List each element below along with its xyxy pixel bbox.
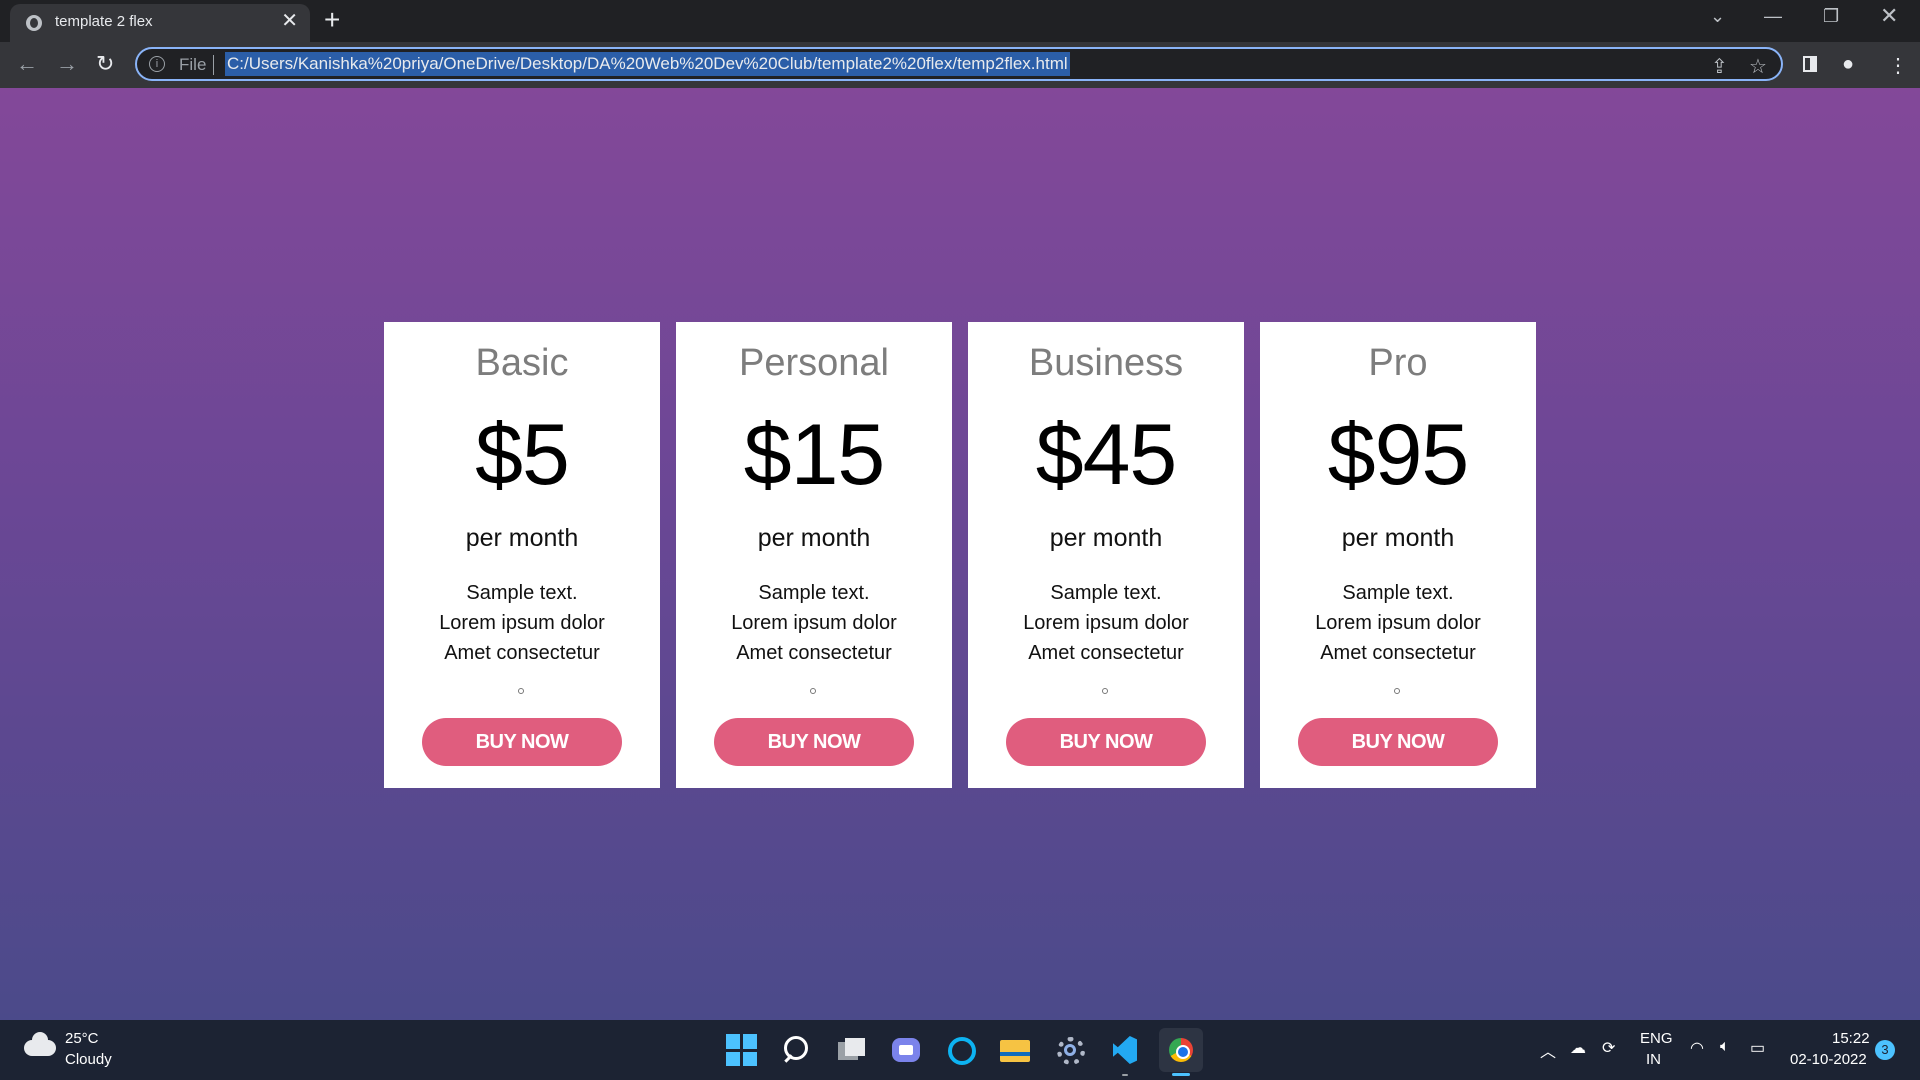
battery-icon[interactable]: ▭ bbox=[1750, 1038, 1765, 1058]
plan-name: Basic bbox=[475, 342, 569, 384]
chevron-up-icon[interactable]: ︿ bbox=[1540, 1038, 1556, 1062]
file-explorer-icon[interactable] bbox=[999, 1034, 1031, 1066]
browser-toolbar: ← → ↻ i File C:/Users/Kanishka%20priya/O… bbox=[0, 42, 1920, 88]
feature-item: Sample text. bbox=[1342, 582, 1454, 604]
list-bullet bbox=[810, 688, 816, 694]
search-icon[interactable] bbox=[780, 1034, 812, 1066]
notification-badge[interactable]: 3 bbox=[1875, 1040, 1895, 1060]
browser-tab[interactable]: template 2 flex ✕ bbox=[10, 4, 310, 42]
cloud-icon bbox=[24, 1032, 56, 1056]
cortana-icon[interactable] bbox=[945, 1034, 977, 1066]
feature-item: Sample text. bbox=[466, 582, 578, 604]
weather-temp: 25°C bbox=[65, 1030, 99, 1047]
wifi-icon[interactable]: ◠ bbox=[1690, 1038, 1704, 1058]
language-indicator[interactable]: ENG bbox=[1640, 1030, 1673, 1047]
menu-icon[interactable]: ⋮ bbox=[1888, 53, 1908, 78]
feature-item: Amet consectetur bbox=[1028, 642, 1184, 664]
taskbar: 25°C Cloudy ︿ ☁ ⟳ ENG IN ◠ 🔈︎ ▭ 15:22 02… bbox=[0, 1020, 1920, 1080]
vscode-icon[interactable] bbox=[1109, 1034, 1141, 1066]
plan-price: $15 bbox=[743, 407, 886, 503]
tab-strip: template 2 flex ✕ + ⌄ — ❐ ✕ bbox=[0, 0, 1920, 42]
start-icon[interactable] bbox=[726, 1034, 758, 1066]
chevron-down-icon[interactable]: ⌄ bbox=[1710, 6, 1725, 27]
plan-period: per month bbox=[1341, 524, 1455, 552]
address-bar[interactable]: i File C:/Users/Kanishka%20priya/OneDriv… bbox=[135, 47, 1783, 81]
forward-icon[interactable]: → bbox=[56, 52, 78, 76]
sync-icon[interactable]: ⟳ bbox=[1602, 1038, 1615, 1058]
pricing-card-business: Business $45 per month Sample text. Lore… bbox=[968, 322, 1244, 788]
plan-name: Pro bbox=[1368, 342, 1428, 384]
feature-item: Amet consectetur bbox=[736, 642, 892, 664]
task-view-icon[interactable] bbox=[836, 1034, 868, 1066]
pricing-card-personal: Personal $15 per month Sample text. Lore… bbox=[676, 322, 952, 788]
pricing-card-pro: Pro $95 per month Sample text. Lorem ips… bbox=[1260, 322, 1536, 788]
pricing-cards: Basic $5 per month Sample text. Lorem ip… bbox=[384, 322, 1536, 788]
share-icon[interactable]: ⇪ bbox=[1711, 54, 1728, 79]
clock-time[interactable]: 15:22 bbox=[1832, 1030, 1870, 1047]
plan-name: Business bbox=[1028, 342, 1184, 384]
onedrive-icon[interactable]: ☁ bbox=[1570, 1038, 1586, 1058]
running-indicator bbox=[1122, 1074, 1128, 1076]
feature-item: Lorem ipsum dolor bbox=[1315, 612, 1481, 634]
minimize-icon[interactable]: — bbox=[1764, 6, 1782, 27]
feature-item: Lorem ipsum dolor bbox=[1023, 612, 1189, 634]
reload-icon[interactable]: ↻ bbox=[96, 52, 114, 76]
buy-now-button[interactable]: BUY NOW bbox=[1006, 718, 1206, 766]
volume-icon[interactable]: 🔈︎ bbox=[1720, 1038, 1730, 1056]
plan-period: per month bbox=[757, 524, 871, 552]
plan-name: Personal bbox=[739, 342, 889, 384]
tab-title: template 2 flex bbox=[55, 13, 153, 30]
plan-price: $5 bbox=[475, 407, 570, 503]
plan-period: per month bbox=[465, 524, 579, 552]
feature-item: Amet consectetur bbox=[1320, 642, 1476, 664]
plan-price: $45 bbox=[1035, 407, 1178, 503]
buy-now-button[interactable]: BUY NOW bbox=[714, 718, 914, 766]
pricing-card-basic: Basic $5 per month Sample text. Lorem ip… bbox=[384, 322, 660, 788]
close-icon[interactable]: ✕ bbox=[281, 11, 298, 31]
scheme-label: File bbox=[179, 55, 207, 74]
feature-item: Amet consectetur bbox=[444, 642, 600, 664]
feature-item: Sample text. bbox=[1050, 582, 1162, 604]
divider bbox=[213, 55, 214, 75]
buy-now-button[interactable]: BUY NOW bbox=[422, 718, 622, 766]
side-panel-icon[interactable] bbox=[1803, 56, 1817, 72]
active-indicator bbox=[1172, 1073, 1190, 1076]
plan-price: $95 bbox=[1327, 407, 1470, 503]
close-window-icon[interactable]: ✕ bbox=[1880, 3, 1898, 29]
back-icon[interactable]: ← bbox=[16, 52, 38, 76]
clock-date[interactable]: 02-10-2022 bbox=[1790, 1051, 1867, 1068]
globe-icon bbox=[26, 15, 42, 31]
settings-icon[interactable] bbox=[1054, 1034, 1086, 1066]
profile-icon[interactable]: ● bbox=[1842, 53, 1854, 76]
weather-condition: Cloudy bbox=[65, 1051, 112, 1068]
buy-now-button[interactable]: BUY NOW bbox=[1298, 718, 1498, 766]
info-icon[interactable]: i bbox=[149, 56, 165, 72]
region-indicator[interactable]: IN bbox=[1646, 1051, 1661, 1068]
chrome-icon[interactable] bbox=[1159, 1028, 1203, 1072]
feature-item: Lorem ipsum dolor bbox=[439, 612, 605, 634]
list-bullet bbox=[518, 688, 524, 694]
plus-icon[interactable]: + bbox=[324, 6, 340, 34]
list-bullet bbox=[1394, 688, 1400, 694]
feature-item: Lorem ipsum dolor bbox=[731, 612, 897, 634]
url-text[interactable]: C:/Users/Kanishka%20priya/OneDrive/Deskt… bbox=[225, 52, 1070, 76]
list-bullet bbox=[1102, 688, 1108, 694]
teams-icon[interactable] bbox=[890, 1034, 922, 1066]
plan-period: per month bbox=[1049, 524, 1163, 552]
star-icon[interactable]: ☆ bbox=[1749, 54, 1767, 79]
feature-item: Sample text. bbox=[758, 582, 870, 604]
page-viewport: Basic $5 per month Sample text. Lorem ip… bbox=[0, 88, 1920, 1020]
restore-icon[interactable]: ❐ bbox=[1823, 6, 1839, 27]
